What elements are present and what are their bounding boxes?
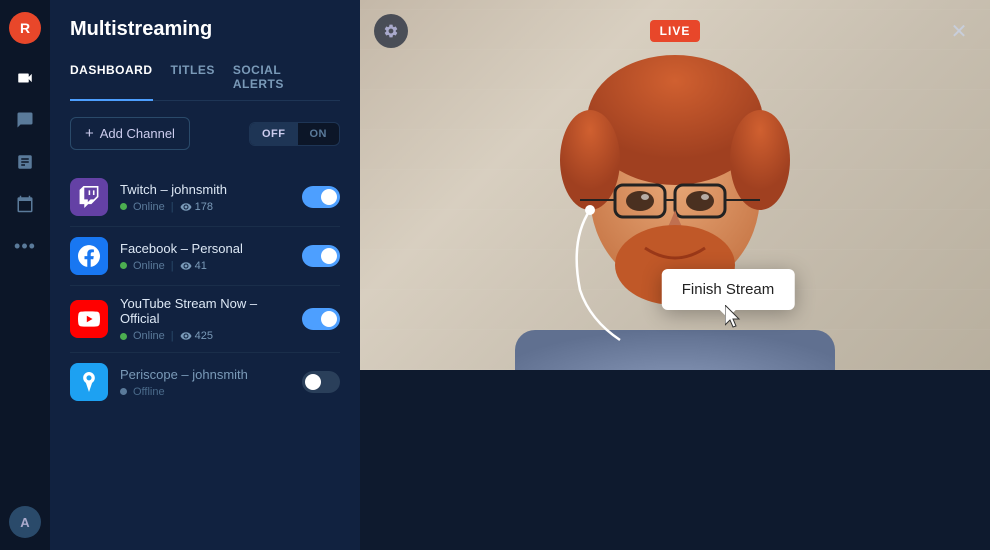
twitch-channel-info: Twitch – johnsmith Online | 178 [120,182,290,213]
youtube-toggle[interactable] [302,308,340,330]
nav-icon-calendar[interactable] [7,186,43,222]
twitch-separator: | [171,201,174,213]
finish-stream-tooltip[interactable]: Finish Stream [662,269,795,310]
twitch-channel-status: Online | 178 [120,201,290,213]
facebook-logo [70,237,108,275]
youtube-channel-info: YouTube Stream Now – Official Online | 4… [120,296,290,342]
youtube-separator: | [171,330,174,342]
content-area: LIVE ✕ Finish Stream [360,0,990,550]
nav-icon-analytics[interactable] [7,144,43,180]
nav-icon-chat[interactable] [7,102,43,138]
video-header: LIVE ✕ [374,14,976,48]
nav-icon-video[interactable] [7,60,43,96]
panel-content: + Add Channel OFF ON Twitch – johnsmith … [50,101,360,550]
video-container: LIVE ✕ Finish Stream [360,0,990,370]
youtube-logo [70,300,108,338]
youtube-status-label: Online [133,330,165,342]
twitch-logo [70,178,108,216]
youtube-toggle-knob [321,311,337,327]
tab-social-alerts[interactable]: SOCIAL ALERTS [233,55,322,101]
channel-item-periscope: Periscope – johnsmith Offline [70,353,340,411]
panel-title: Multistreaming [70,18,340,41]
youtube-channel-name: YouTube Stream Now – Official [120,296,290,326]
tabs: DASHBOARD TITLES SOCIAL ALERTS [70,55,340,101]
channel-item-youtube: YouTube Stream Now – Official Online | 4… [70,286,340,353]
periscope-logo [70,363,108,401]
channel-item-twitch: Twitch – johnsmith Online | 178 [70,168,340,227]
live-badge: LIVE [650,20,701,42]
facebook-toggle-knob [321,248,337,264]
panel-header: Multistreaming DASHBOARD TITLES SOCIAL A… [50,0,360,101]
add-channel-button[interactable]: + Add Channel [70,117,190,150]
youtube-channel-status: Online | 425 [120,330,290,342]
periscope-status-dot [120,388,127,395]
facebook-viewers: 41 [180,260,207,272]
tab-titles[interactable]: TITLES [171,55,215,101]
video-person [360,0,990,370]
periscope-channel-name: Periscope – johnsmith [120,367,290,382]
periscope-channel-status: Offline [120,386,290,398]
periscope-status-label: Offline [133,386,165,398]
facebook-separator: | [171,260,174,272]
plus-icon: + [85,125,94,142]
twitch-status-dot [120,203,127,210]
tab-dashboard[interactable]: DASHBOARD [70,55,153,101]
twitch-toggle[interactable] [302,186,340,208]
nav-icon-more[interactable]: ••• [7,228,43,264]
facebook-status-label: Online [133,260,165,272]
periscope-channel-info: Periscope – johnsmith Offline [120,367,290,398]
twitch-channel-name: Twitch – johnsmith [120,182,290,197]
add-channel-label: Add Channel [100,126,175,141]
toggle-on-btn[interactable]: ON [298,123,340,145]
bottom-area [360,370,990,550]
twitch-viewers: 178 [180,201,213,213]
close-button[interactable]: ✕ [942,14,976,48]
facebook-channel-status: Online | 41 [120,260,290,272]
all-channels-toggle[interactable]: OFF ON [249,122,340,146]
channel-item-facebook: Facebook – Personal Online | 41 [70,227,340,286]
settings-button[interactable] [374,14,408,48]
facebook-toggle[interactable] [302,245,340,267]
facebook-status-dot [120,262,127,269]
twitch-status-label: Online [133,201,165,213]
app-logo[interactable]: R [9,12,41,44]
facebook-channel-info: Facebook – Personal Online | 41 [120,241,290,272]
facebook-channel-name: Facebook – Personal [120,241,290,256]
periscope-toggle-knob [305,374,321,390]
periscope-toggle[interactable] [302,371,340,393]
main-panel: Multistreaming DASHBOARD TITLES SOCIAL A… [50,0,360,550]
twitch-toggle-knob [321,189,337,205]
user-avatar[interactable]: A [9,506,41,538]
toggle-off-btn[interactable]: OFF [250,123,298,145]
youtube-viewers: 425 [180,330,213,342]
youtube-status-dot [120,333,127,340]
add-channel-row: + Add Channel OFF ON [70,117,340,150]
sidebar-nav: R ••• A [0,0,50,550]
